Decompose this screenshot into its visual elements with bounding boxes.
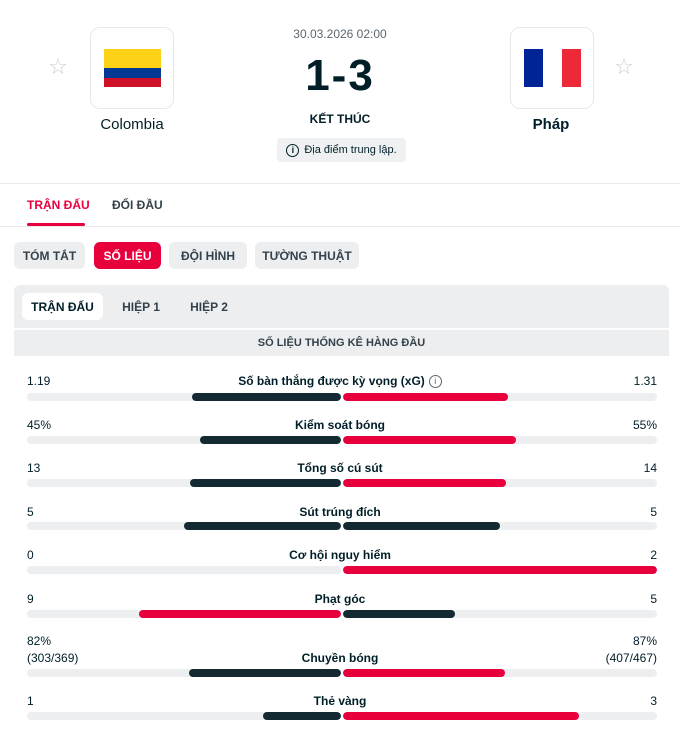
venue-note-text: Địa điểm trung lập. xyxy=(304,144,397,156)
away-bar-track xyxy=(343,566,657,574)
home-bar xyxy=(139,610,341,618)
stat-away-value: 14 xyxy=(643,461,657,475)
venue-note: i Địa điểm trung lập. xyxy=(277,138,406,162)
home-bar-track xyxy=(27,669,341,677)
stat-label: Chuyền bóng xyxy=(301,651,379,665)
stat-row-passes: 82% 87% (303/369) Chuyền bóng (407/467) xyxy=(0,633,680,683)
away-team-logo[interactable] xyxy=(510,27,594,109)
stat-home-value: 13 xyxy=(27,461,41,475)
home-bar xyxy=(199,436,341,444)
stat-away-value: 1.31 xyxy=(633,374,657,388)
stat-row-xg: 1.19 Số bàn thắng được kỳ vọng (xG) i 1.… xyxy=(0,372,680,412)
match-score: 1-3 xyxy=(305,51,375,100)
stat-away-value: 5 xyxy=(650,592,657,606)
stat-label: Sút trúng đích xyxy=(299,505,381,519)
away-bar xyxy=(343,712,579,720)
match-header: ☆ Colombia 30.03.2026 02:00 1-3 KẾT THÚC… xyxy=(0,0,680,184)
home-bar xyxy=(189,479,341,487)
stat-home-value: 45% xyxy=(27,418,52,432)
stat-away-value: 5 xyxy=(650,505,657,519)
tab-commentary[interactable]: TƯỜNG THUẬT xyxy=(255,242,359,269)
home-bar-track xyxy=(27,436,341,444)
home-bar-track xyxy=(27,479,341,487)
colombia-flag-icon xyxy=(104,49,161,87)
match-status: KẾT THÚC xyxy=(309,112,371,126)
away-bar xyxy=(343,522,500,530)
stat-home-detail: (303/369) xyxy=(27,651,79,665)
away-bar xyxy=(343,436,516,444)
home-bar-track xyxy=(27,566,341,574)
stat-row-possession: 45% Kiểm soát bóng 55% xyxy=(0,416,680,456)
away-bar-track xyxy=(343,393,657,401)
stat-away-value: 87% xyxy=(632,634,657,648)
tab-lineups[interactable]: ĐỘI HÌNH xyxy=(169,242,247,269)
tab-match[interactable]: TRẬN ĐẤU xyxy=(27,198,90,212)
stat-away-value: 55% xyxy=(632,418,657,432)
stat-label: Kiểm soát bóng xyxy=(294,418,385,432)
info-icon[interactable]: i xyxy=(428,374,442,388)
stat-row-yellow-cards: 1 Thẻ vàng 3 xyxy=(0,693,680,733)
away-bar-track xyxy=(343,479,657,487)
away-bar-track xyxy=(343,522,657,530)
tab-stats[interactable]: SỐ LIỆU xyxy=(94,242,161,269)
home-bar-track xyxy=(27,712,341,720)
home-team-name[interactable]: Colombia xyxy=(62,116,202,133)
away-bar-track xyxy=(343,436,657,444)
stat-label: Cơ hội nguy hiểm xyxy=(289,548,391,562)
away-bar xyxy=(343,393,508,401)
stat-home-value: 5 xyxy=(27,505,34,519)
stat-row-corners: 9 Phạt góc 5 xyxy=(0,591,680,631)
info-icon: i xyxy=(286,143,300,157)
period-selector: TRẬN ĐẤU HIỆP 1 HIỆP 2 xyxy=(14,285,669,328)
stat-home-value: 82% xyxy=(27,634,52,648)
section-title: SỐ LIỆU THỐNG KÊ HÀNG ĐẦU xyxy=(14,330,669,356)
stat-row-total-shots: 13 Tổng số cú sút 14 xyxy=(0,460,680,500)
stat-row-shots-on-target: 5 Sút trúng đích 5 xyxy=(0,504,680,544)
away-bar xyxy=(343,610,456,618)
period-second-half[interactable]: HIỆP 2 xyxy=(182,293,236,320)
stat-away-value: 2 xyxy=(650,548,657,562)
stat-home-value: 9 xyxy=(27,592,34,606)
main-tabs: TRẬN ĐẤU ĐỐI ĐẦU xyxy=(0,185,680,227)
home-bar-track xyxy=(27,610,341,618)
period-first-half[interactable]: HIỆP 1 xyxy=(114,293,168,320)
favorite-away-star-icon[interactable]: ☆ xyxy=(613,56,635,78)
stat-label: Tổng số cú sút xyxy=(297,461,383,475)
home-bar xyxy=(262,712,341,720)
france-flag-icon xyxy=(524,49,581,87)
active-tab-indicator xyxy=(27,223,85,226)
tab-summary[interactable]: TÓM TẮT xyxy=(14,242,85,269)
stat-home-value: 1.19 xyxy=(27,374,51,388)
home-bar xyxy=(191,393,341,401)
away-bar xyxy=(343,669,505,677)
stat-label: Số bàn thắng được kỳ vọng (xG) i xyxy=(190,374,490,388)
home-bar xyxy=(184,522,341,530)
stat-home-value: 1 xyxy=(27,694,34,708)
home-bar-track xyxy=(27,393,341,401)
period-full-match[interactable]: TRẬN ĐẤU xyxy=(22,293,103,320)
away-team-name[interactable]: Pháp xyxy=(481,116,621,133)
home-bar-track xyxy=(27,522,341,530)
away-bar xyxy=(343,566,657,574)
away-bar-track xyxy=(343,669,657,677)
away-bar-track xyxy=(343,712,657,720)
stat-row-big-chances: 0 Cơ hội nguy hiểm 2 xyxy=(0,547,680,587)
away-bar-track xyxy=(343,610,657,618)
stat-label-text: Số bàn thắng được kỳ vọng (xG) xyxy=(238,374,425,388)
stat-home-value: 0 xyxy=(27,548,34,562)
stat-label: Phạt góc xyxy=(314,592,366,606)
away-bar xyxy=(343,479,506,487)
stat-away-detail: (407/467) xyxy=(605,651,657,665)
stat-label: Thẻ vàng xyxy=(313,694,367,708)
stat-away-value: 3 xyxy=(650,694,657,708)
home-team-logo[interactable] xyxy=(90,27,174,109)
home-bar xyxy=(188,669,341,677)
favorite-home-star-icon[interactable]: ☆ xyxy=(47,56,69,78)
match-date: 30.03.2026 02:00 xyxy=(293,27,387,41)
tab-head-to-head[interactable]: ĐỐI ĐẦU xyxy=(112,198,163,212)
